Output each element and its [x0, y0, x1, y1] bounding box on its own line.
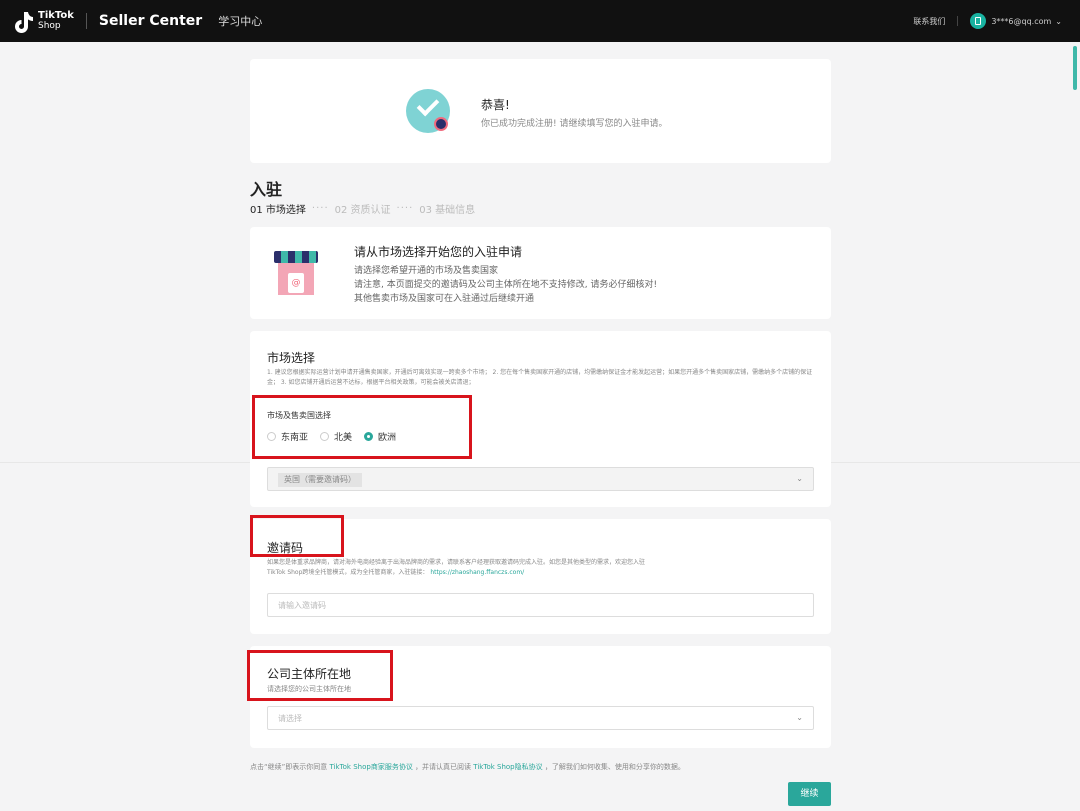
success-subtitle: 你已成功完成注册! 请继续填写您的入驻申请。 [481, 119, 668, 129]
logo-text: TikTok [38, 10, 74, 21]
top-bar: TikTok Shop Seller Center 学习中心 联系我们 3***… [0, 0, 1080, 42]
success-card: 恭喜! 你已成功完成注册! 请继续填写您的入驻申请。 [250, 59, 831, 163]
market-section-description: 1. 建议您根据实际运营计划申请开通售卖国家，开通后可离效实现一跨卖多个市场； … [267, 369, 813, 386]
highlight-box [247, 650, 393, 701]
chevron-down-icon[interactable]: ⌄ [796, 713, 803, 722]
intro-line: 请注意, 本页面提交的邀请码及公司主体所在地不支持修改, 请务必仔细核对! [354, 280, 658, 290]
company-location-select[interactable]: 请选择 ⌄ [267, 706, 814, 730]
invite-code-input[interactable]: 请输入邀请码 [267, 593, 814, 617]
chevron-down-icon[interactable]: ⌄ [796, 474, 803, 483]
invite-description-line-1: 如果您是体重求品牌商，请对海外电商经验离于出海品牌商的需求，请联系客户经理获取邀… [267, 559, 646, 566]
invite-description: 如果您是体重求品牌商，请对海外电商经验离于出海品牌商的需求，请联系客户经理获取邀… [267, 558, 815, 578]
step-1: 01 市场选择 [250, 205, 306, 216]
step-2: 02 资质认证 [334, 205, 391, 216]
agreement-middle: ，并请认真已阅读 [415, 763, 472, 771]
step-separator: ···· [396, 203, 414, 214]
contact-us-link[interactable]: 联系我们 [913, 16, 945, 27]
account-avatar-icon[interactable] [970, 13, 987, 29]
invite-link[interactable]: https://zhaoshang.ffanczs.com/ [430, 569, 524, 576]
divider [957, 16, 959, 26]
step-3: 03 基础信息 [419, 205, 476, 216]
country-select[interactable]: 英国（需要邀请码） ⌄ [267, 467, 814, 491]
learning-center-link[interactable]: 学习中心 [218, 13, 262, 29]
step-indicator: 01 市场选择 ···· 02 资质认证 ···· 03 基础信息 [250, 201, 475, 216]
success-check-icon [406, 89, 450, 133]
country-chip: 英国（需要邀请码） [278, 473, 362, 487]
scrollbar-thumb[interactable] [1073, 46, 1077, 90]
divider [85, 13, 87, 29]
tiktok-logo-icon [10, 8, 36, 34]
intro-line: 其他售卖市场及国家可在入驻通过后继续开通 [354, 294, 535, 304]
seller-center-title[interactable]: Seller Center [99, 13, 202, 29]
step-separator: ···· [311, 203, 329, 214]
account-email[interactable]: 3***6@qq.com [991, 17, 1051, 26]
page-title: 入驻 [250, 180, 283, 199]
company-location-placeholder: 请选择 [278, 714, 302, 723]
success-title: 恭喜! [481, 98, 510, 112]
tiktok-shop-logo[interactable]: TikTok Shop [10, 8, 74, 34]
intro-title: 请从市场选择开始您的入驻申请 [354, 245, 523, 259]
continue-button[interactable]: 继续 [788, 782, 831, 806]
logo-subtext: Shop [38, 21, 61, 31]
privacy-agreement-link[interactable]: TikTok Shop隐私协议 [473, 763, 542, 771]
intro-line: 请选择您希望开通的市场及售卖国家 [354, 266, 499, 276]
agreement-suffix: ，了解我们如何收集、使用和分享你的数据。 [544, 763, 685, 771]
agreement-note: 点击“继续”即表示你同意 TikTok Shop商家服务协议 ，并请认真已阅读 … [250, 762, 685, 772]
market-section-title: 市场选择 [267, 351, 316, 365]
intro-card: @ 请从市场选择开始您的入驻申请 请选择您希望开通的市场及售卖国家 请注意, 本… [250, 227, 831, 319]
invite-description-line-2: TikTok Shop跨境全托管模式，成为全托管商家，入驻链接： [267, 569, 429, 576]
merchant-agreement-link[interactable]: TikTok Shop商家服务协议 [330, 763, 413, 771]
highlight-box [252, 395, 472, 459]
invite-code-placeholder: 请输入邀请码 [278, 601, 326, 610]
chevron-down-icon[interactable]: ⌄ [1055, 17, 1062, 26]
shop-storefront-icon: @ [274, 251, 318, 297]
agreement-prefix: 点击“继续”即表示你同意 [250, 763, 328, 771]
highlight-box [250, 515, 344, 557]
